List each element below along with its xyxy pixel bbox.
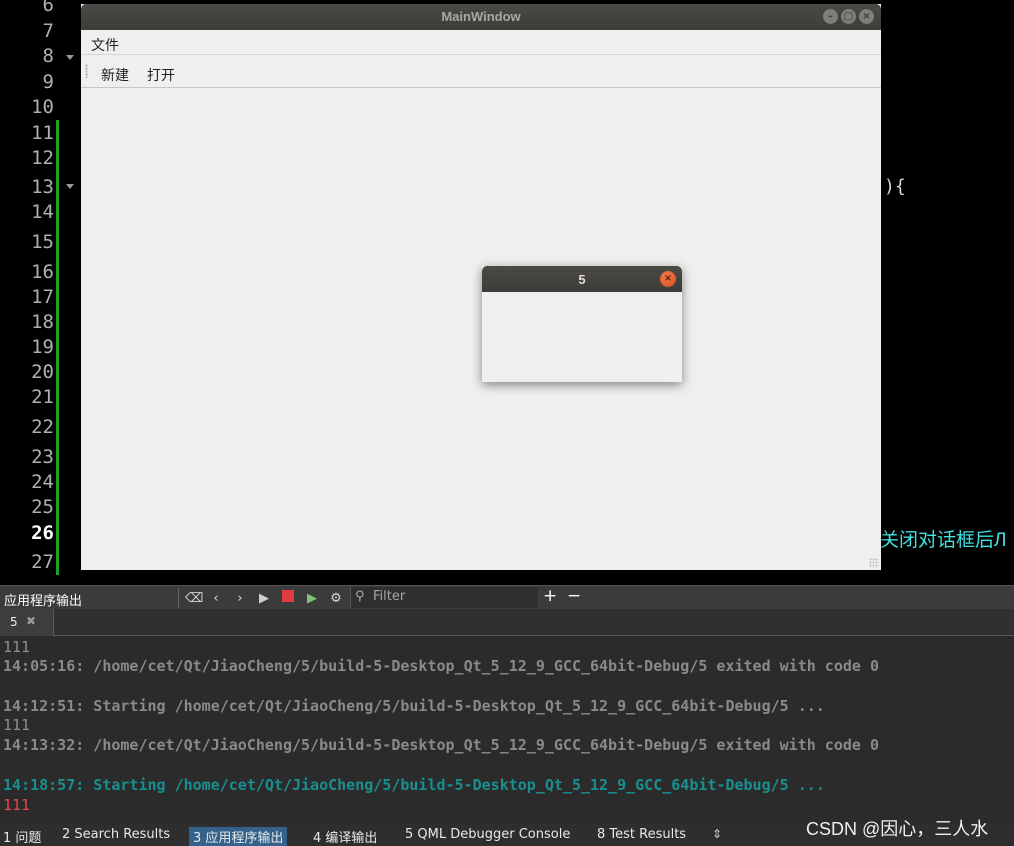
- line-number: 13: [31, 176, 54, 198]
- log-line: 111: [3, 716, 31, 734]
- line-number: 19: [31, 336, 54, 358]
- close-icon[interactable]: ×: [859, 9, 874, 24]
- play-icon[interactable]: ▶: [257, 591, 271, 606]
- minus-icon[interactable]: −: [567, 586, 581, 606]
- line-number: 11: [31, 122, 54, 144]
- maximize-icon[interactable]: □: [841, 9, 856, 24]
- statusbar-item-test-results[interactable]: 8 Test Results: [597, 827, 686, 842]
- line-number: 27: [31, 551, 54, 573]
- line-number: 21: [31, 386, 54, 408]
- stop-icon[interactable]: [281, 590, 295, 606]
- line-number: 14: [31, 201, 54, 223]
- statusbar-item-qml-debugger-console[interactable]: 5 QML Debugger Console: [405, 827, 570, 842]
- line-number: 20: [31, 361, 54, 383]
- line-number: 16: [31, 261, 54, 283]
- toolbar: 新建 打开: [81, 55, 881, 88]
- output-pane-header: 应用程序输出 ⌫ ‹ › ▶ ▶ ⚙ ⚲ + −: [0, 585, 1014, 609]
- code-comment-text: 关闭对话框后Л: [880, 530, 1007, 551]
- line-number: 26: [31, 522, 54, 544]
- line-number: 6: [42, 0, 54, 16]
- output-tab-label: 5: [10, 615, 18, 629]
- toolbar-grip-handle[interactable]: [85, 64, 88, 78]
- statusbar-item-issues[interactable]: 1 问题: [3, 827, 41, 846]
- line-number: 10: [31, 96, 54, 118]
- menu-bar: 文件: [81, 30, 881, 55]
- log-line: 14:13:32: /home/cet/Qt/JiaoCheng/5/build…: [3, 736, 879, 754]
- output-tab-row: 5 ✖: [0, 609, 1014, 636]
- more-panes-icon[interactable]: ⇕: [712, 827, 722, 841]
- watermark-text: CSDN @因心，三人水: [806, 819, 989, 839]
- resize-grip-handle[interactable]: [869, 558, 879, 568]
- line-number: 25: [31, 496, 54, 518]
- tab-close-icon[interactable]: ✖: [26, 614, 36, 628]
- output-toolbar: ⌫ ‹ › ▶ ▶ ⚙: [178, 588, 343, 608]
- line-number: 9: [42, 71, 54, 93]
- minimize-icon[interactable]: –: [823, 9, 838, 24]
- dialog-window[interactable]: 5 ×: [482, 266, 682, 382]
- code-text-brace: ){: [884, 176, 906, 197]
- menu-file[interactable]: 文件: [91, 35, 119, 55]
- toolbar-new-button[interactable]: 新建: [101, 65, 129, 85]
- output-tab[interactable]: 5 ✖: [0, 609, 54, 636]
- dialog-close-icon[interactable]: ×: [660, 271, 676, 287]
- line-number: 23: [31, 446, 54, 468]
- statusbar-item-application-output[interactable]: 3 应用程序输出: [189, 827, 288, 846]
- line-number: 8: [42, 45, 54, 67]
- clear-output-icon[interactable]: ⌫: [185, 591, 203, 606]
- fold-arrow-icon[interactable]: [66, 184, 74, 189]
- line-number: 12: [31, 147, 54, 169]
- log-line: 111: [3, 638, 31, 656]
- log-line: 14:05:16: /home/cet/Qt/JiaoCheng/5/build…: [3, 657, 879, 675]
- line-number: 17: [31, 286, 54, 308]
- filter-box: ⚲: [350, 587, 538, 608]
- search-icon: ⚲: [355, 589, 365, 604]
- gear-icon[interactable]: ⚙: [329, 591, 343, 606]
- main-window[interactable]: MainWindow – □ × 文件 新建 打开: [81, 4, 881, 570]
- line-number: 24: [31, 471, 54, 493]
- gutter-change-marker: [56, 120, 59, 575]
- main-window-titlebar[interactable]: MainWindow – □ ×: [81, 4, 881, 30]
- next-item-icon[interactable]: ›: [233, 591, 247, 606]
- filter-input[interactable]: [373, 589, 533, 604]
- debug-run-icon[interactable]: ▶: [305, 591, 319, 606]
- statusbar-item-compile-output[interactable]: 4 编译输出: [313, 827, 377, 846]
- dialog-title: 5: [578, 272, 586, 287]
- line-number: 22: [31, 416, 54, 438]
- dialog-titlebar[interactable]: 5 ×: [482, 266, 682, 292]
- add-icon[interactable]: +: [543, 586, 557, 606]
- log-line: 14:18:57: Starting /home/cet/Qt/JiaoChen…: [3, 776, 825, 794]
- toolbar-open-button[interactable]: 打开: [147, 65, 175, 85]
- log-line: 111: [3, 796, 31, 814]
- log-line: 14:12:51: Starting /home/cet/Qt/JiaoChen…: [3, 697, 825, 715]
- line-number: 15: [31, 231, 54, 253]
- statusbar-item-search-results[interactable]: 2 Search Results: [62, 827, 170, 842]
- previous-item-icon[interactable]: ‹: [209, 591, 223, 606]
- output-log[interactable]: 111 14:05:16: /home/cet/Qt/JiaoCheng/5/bu…: [0, 636, 1014, 824]
- output-pane-title[interactable]: 应用程序输出: [4, 590, 82, 609]
- line-number: 7: [42, 20, 54, 42]
- line-number: 18: [31, 311, 54, 333]
- fold-arrow-icon[interactable]: [66, 55, 74, 60]
- main-window-title: MainWindow: [441, 9, 521, 24]
